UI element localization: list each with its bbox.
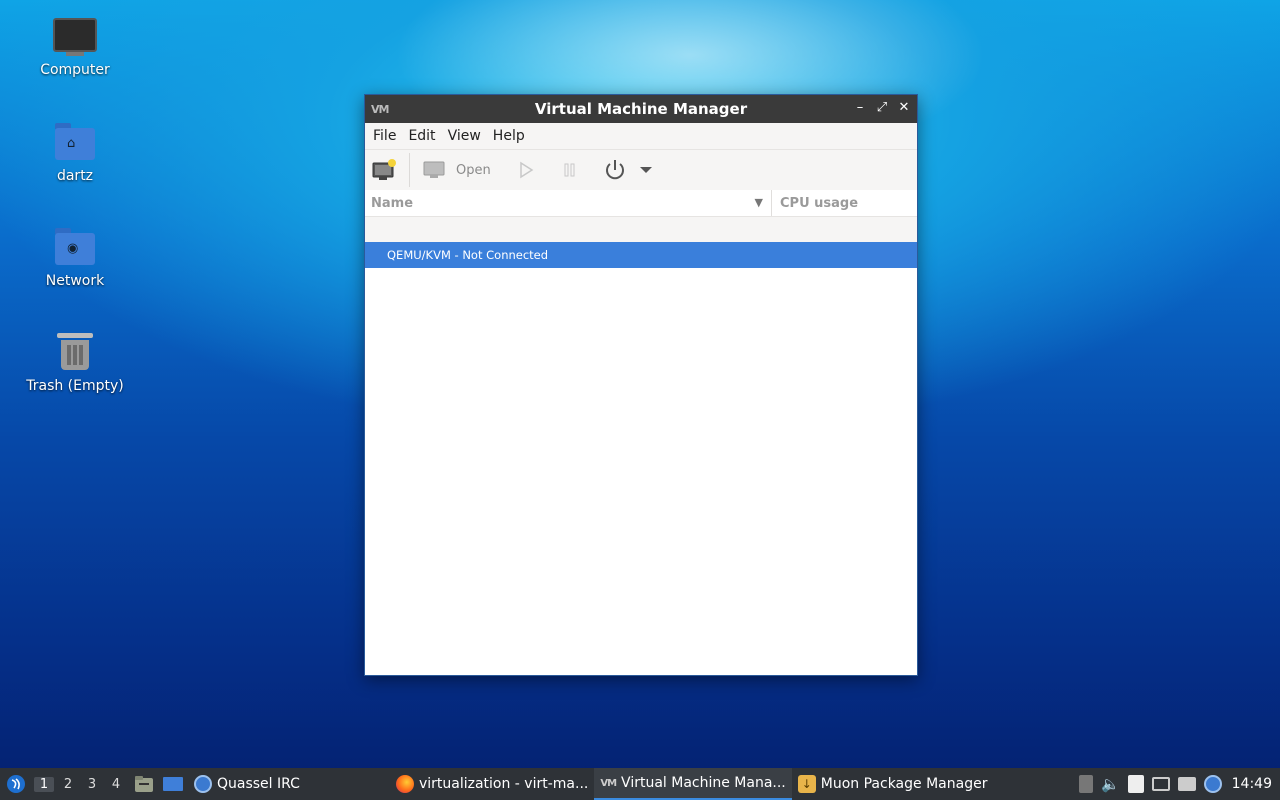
minimize-button[interactable]: – [851, 99, 869, 117]
virt-manager-window: VM Virtual Machine Manager – ⤢ ✕ File Ed… [364, 94, 918, 676]
open-button[interactable]: Open [416, 153, 497, 187]
muon-icon: ↓ [797, 775, 816, 793]
menubar: File Edit View Help [365, 123, 917, 149]
desktop-icon-label: dartz [56, 168, 94, 184]
trash-icon [53, 330, 97, 374]
power-icon [605, 160, 624, 180]
pause-button[interactable] [555, 153, 585, 187]
column-header-cpu-label: CPU usage [780, 195, 859, 211]
window-title: Virtual Machine Manager [534, 100, 748, 118]
column-header-name[interactable]: Name ▼ [365, 190, 772, 216]
task-quassel[interactable]: Quassel IRC [188, 768, 306, 800]
toolbar: Open [365, 149, 917, 190]
tray-menu-icon[interactable] [1078, 775, 1093, 793]
desktop-icon-trash[interactable]: Trash (Empty) [20, 330, 130, 394]
home-folder-icon: ⌂ [53, 120, 97, 164]
desktop-icon-label: Computer [40, 62, 110, 78]
workspace-switcher: 1 2 3 4 [30, 768, 130, 800]
taskbar: 1 2 3 4 Quassel IRC virtualization - vir… [0, 768, 1280, 800]
computer-icon [53, 14, 97, 58]
chevron-down-icon [639, 167, 652, 173]
run-button[interactable] [511, 153, 541, 187]
play-icon [519, 161, 534, 179]
lubuntu-logo-icon [7, 775, 25, 793]
new-vm-icon [372, 159, 396, 180]
close-button[interactable]: ✕ [895, 99, 913, 117]
pause-icon [564, 163, 575, 177]
workspace-3[interactable]: 3 [82, 777, 102, 792]
table-header: Name ▼ CPU usage [365, 190, 917, 217]
network-folder-icon: ◉ [53, 225, 97, 269]
task-label: Virtual Machine Mana... [621, 775, 786, 791]
quassel-icon [194, 775, 212, 793]
console-icon [423, 161, 445, 178]
workspace-1[interactable]: 1 [34, 776, 54, 792]
connection-name: QEMU/KVM - Not Connected [387, 248, 549, 262]
firefox-icon [395, 775, 414, 793]
desktop-icon-label: Network [45, 273, 105, 289]
sort-descending-icon: ▼ [754, 196, 763, 209]
file-manager-launcher[interactable] [130, 768, 158, 800]
window-titlebar[interactable]: VM Virtual Machine Manager – ⤢ ✕ [365, 95, 917, 123]
task-label: Quassel IRC [217, 776, 300, 792]
clipboard-icon[interactable] [1127, 775, 1144, 793]
task-muon[interactable]: ↓ Muon Package Manager [792, 768, 994, 800]
virt-manager-icon: VM [600, 777, 617, 789]
desktop-icon-label: Trash (Empty) [26, 378, 124, 394]
start-menu-button[interactable] [0, 768, 30, 800]
new-vm-button[interactable] [365, 153, 403, 187]
task-firefox[interactable]: virtualization - virt-ma... [390, 768, 594, 800]
menu-help[interactable]: Help [487, 128, 531, 144]
menu-file[interactable]: File [367, 128, 402, 144]
column-header-cpu[interactable]: CPU usage [772, 190, 917, 216]
task-label: virtualization - virt-ma... [418, 776, 589, 792]
workspace-2[interactable]: 2 [58, 777, 78, 792]
column-header-name-label: Name [371, 195, 414, 211]
show-desktop-button[interactable] [158, 768, 188, 800]
system-tray: 🔈 14:49 [1078, 768, 1272, 800]
file-manager-icon [135, 776, 153, 792]
desktop-icon-computer[interactable]: Computer [20, 14, 130, 78]
desktop-icon [163, 777, 183, 791]
task-virt-manager[interactable]: VM Virtual Machine Mana... [594, 768, 792, 800]
toolbar-separator [409, 153, 410, 187]
volume-icon[interactable]: 🔈 [1101, 775, 1120, 793]
desktop-icon-home-folder[interactable]: ⌂ dartz [20, 120, 130, 184]
maximize-button[interactable]: ⤢ [873, 99, 891, 117]
shutdown-menu-button[interactable] [633, 153, 659, 187]
table-row[interactable]: QEMU/KVM - Not Connected [365, 242, 917, 268]
menu-edit[interactable]: Edit [402, 128, 441, 144]
menu-view[interactable]: View [442, 128, 487, 144]
notification-icon[interactable] [1177, 777, 1196, 791]
vm-list[interactable]: QEMU/KVM - Not Connected [365, 242, 917, 675]
workspace-4[interactable]: 4 [106, 777, 126, 792]
desktop-icon-network[interactable]: ◉ Network [20, 225, 130, 289]
clock[interactable]: 14:49 [1232, 776, 1272, 792]
shutdown-button[interactable] [597, 153, 633, 187]
network-tray-icon[interactable] [1151, 777, 1170, 791]
open-button-label: Open [456, 162, 491, 178]
quassel-tray-icon[interactable] [1203, 775, 1222, 793]
virt-manager-app-icon: VM [371, 103, 389, 116]
task-label: Muon Package Manager [820, 776, 988, 792]
